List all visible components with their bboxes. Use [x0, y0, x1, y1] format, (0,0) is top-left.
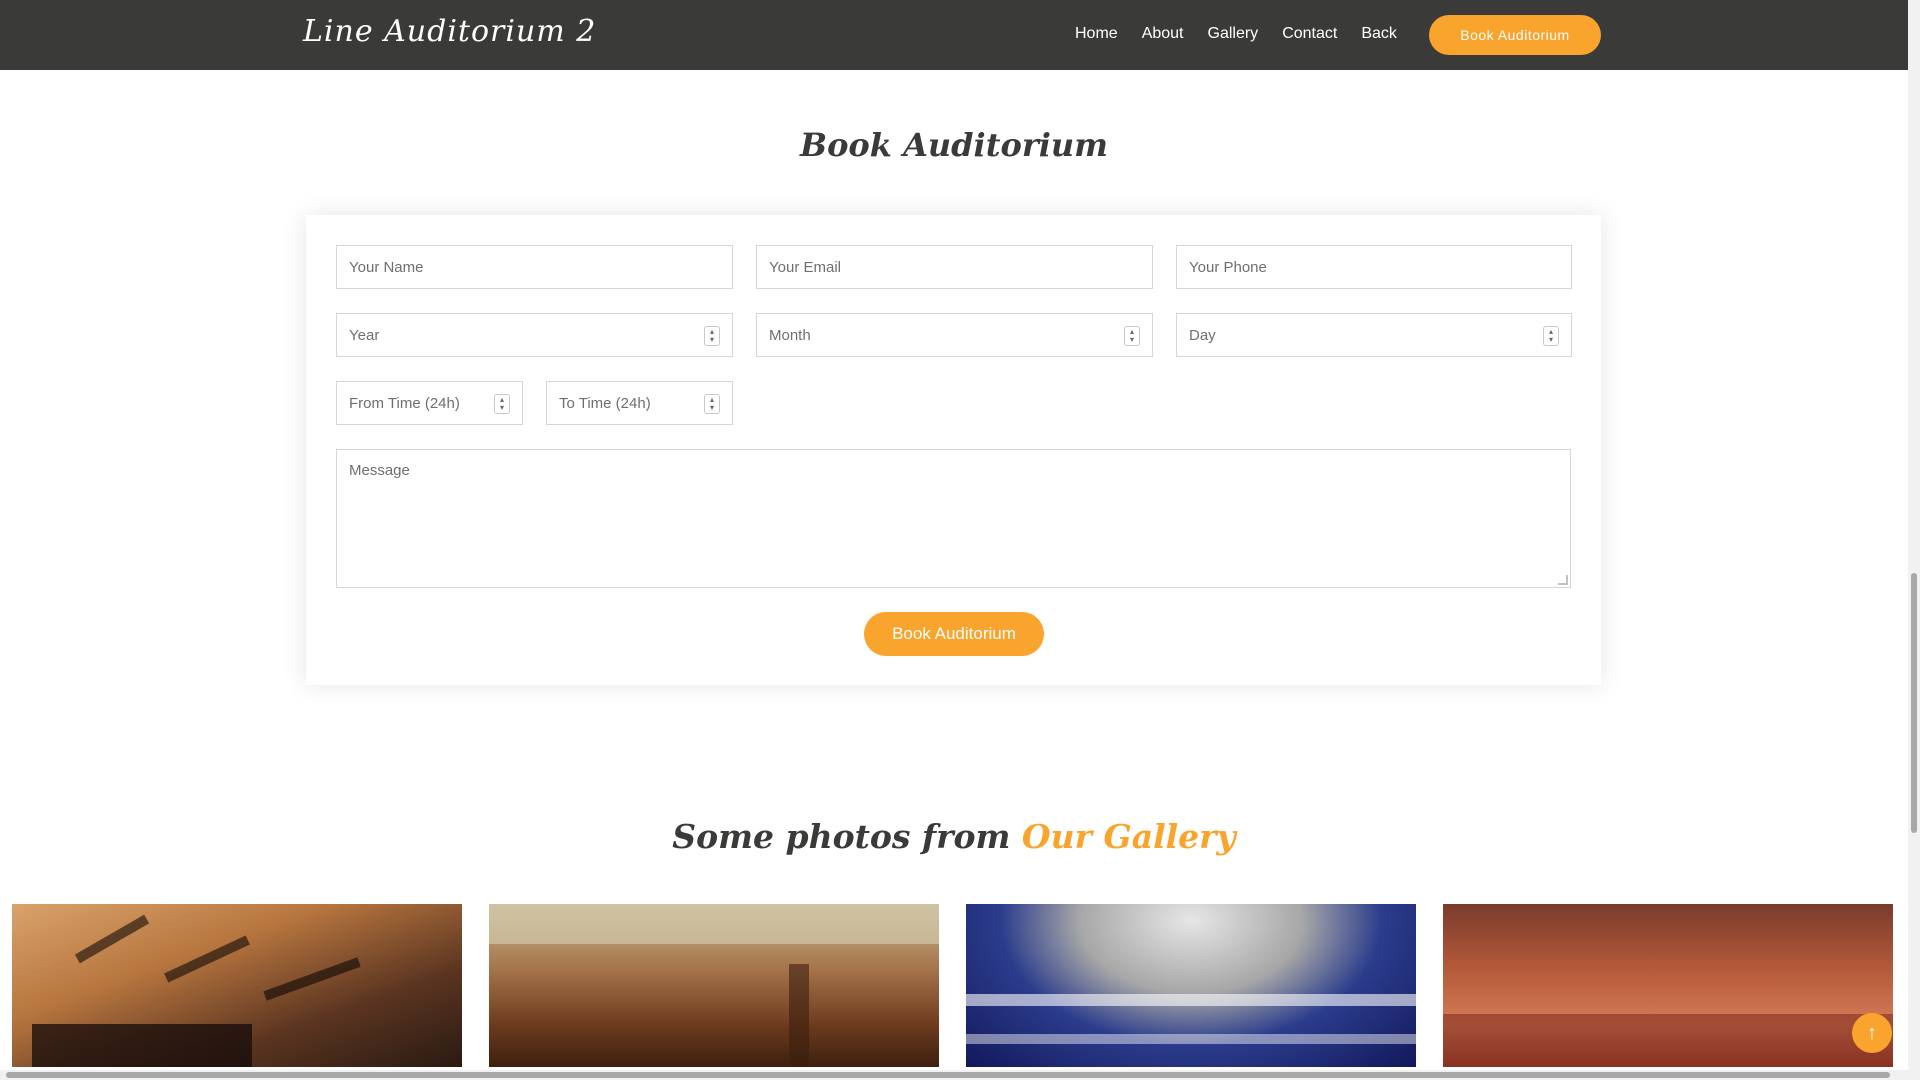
nav-link-home[interactable]: Home	[1075, 25, 1118, 43]
resize-handle-icon[interactable]	[1558, 575, 1568, 585]
vertical-scrollbar-thumb[interactable]	[1911, 573, 1917, 833]
year-spinner-icon[interactable]: ▴ ▾	[704, 326, 720, 346]
email-input-placeholder: Your Email	[769, 258, 841, 276]
booking-form: Your Name Your Email Your Phone Year ▴ ▾ …	[306, 215, 1601, 685]
vertical-scrollbar[interactable]	[1908, 0, 1920, 1080]
gallery-image-4[interactable]	[1443, 904, 1893, 1067]
month-input[interactable]: Month ▴ ▾	[756, 313, 1153, 357]
to-time-spinner-icon[interactable]: ▴ ▾	[704, 394, 720, 414]
day-input-placeholder: Day	[1189, 326, 1216, 344]
gallery-section-title: Some photos from Our Gallery	[0, 817, 1908, 856]
gallery-title-prefix: Some photos from	[672, 817, 1011, 856]
name-input-placeholder: Your Name	[349, 258, 424, 276]
navbar: Line Auditorium 2 Home About Gallery Con…	[0, 0, 1908, 70]
nav-link-gallery[interactable]: Gallery	[1208, 25, 1259, 43]
year-input-placeholder: Year	[349, 326, 380, 344]
year-input[interactable]: Year ▴ ▾	[336, 313, 733, 357]
horizontal-scrollbar-thumb[interactable]	[6, 1072, 1890, 1078]
phone-input-placeholder: Your Phone	[1189, 258, 1267, 276]
book-auditorium-submit-button[interactable]: Book Auditorium	[864, 612, 1044, 656]
nav-link-back[interactable]: Back	[1361, 25, 1397, 43]
from-time-input[interactable]: From Time (24h) ▴ ▾	[336, 381, 523, 425]
brand-logo[interactable]: Line Auditorium 2	[303, 14, 596, 49]
nav-links: Home About Gallery Contact Back	[1075, 25, 1421, 43]
gallery-image-2[interactable]	[489, 904, 939, 1067]
month-spinner-icon[interactable]: ▴ ▾	[1124, 326, 1140, 346]
nav-link-about[interactable]: About	[1142, 25, 1184, 43]
arrow-up-icon[interactable]: ↑	[1852, 1013, 1892, 1053]
email-input[interactable]: Your Email	[756, 245, 1153, 289]
from-time-input-placeholder: From Time (24h)	[349, 394, 460, 412]
gallery-title-accent: Our Gallery	[1021, 817, 1236, 856]
month-input-placeholder: Month	[769, 326, 811, 344]
message-textarea-placeholder: Message	[349, 462, 410, 479]
message-textarea[interactable]: Message	[336, 449, 1571, 588]
booking-section-title: Book Auditorium	[800, 126, 1108, 164]
nav-link-contact[interactable]: Contact	[1282, 25, 1337, 43]
name-input[interactable]: Your Name	[336, 245, 733, 289]
gallery-image-1[interactable]	[12, 904, 462, 1067]
from-time-spinner-icon[interactable]: ▴ ▾	[494, 394, 510, 414]
day-input[interactable]: Day ▴ ▾	[1176, 313, 1572, 357]
to-time-input[interactable]: To Time (24h) ▴ ▾	[546, 381, 733, 425]
gallery-image-3[interactable]	[966, 904, 1416, 1067]
to-time-input-placeholder: To Time (24h)	[559, 394, 651, 412]
book-auditorium-nav-button[interactable]: Book Auditorium	[1429, 15, 1601, 55]
horizontal-scrollbar[interactable]	[0, 1070, 1908, 1080]
day-spinner-icon[interactable]: ▴ ▾	[1543, 326, 1559, 346]
phone-input[interactable]: Your Phone	[1176, 245, 1572, 289]
